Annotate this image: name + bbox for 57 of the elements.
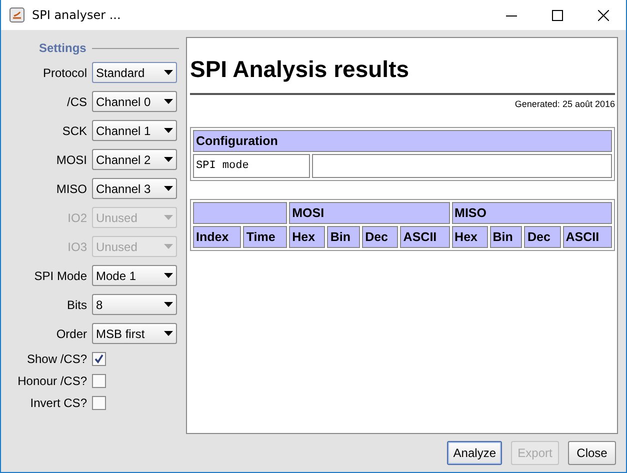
column-header: Hex — [452, 226, 488, 248]
dialog-button[interactable]: Analyze — [447, 441, 502, 465]
checkbox[interactable] — [92, 352, 106, 366]
column-header: Dec — [362, 226, 398, 248]
dropdown-caret-icon — [164, 186, 173, 191]
dropdown-caret-icon — [164, 157, 173, 162]
dropdown-caret-icon — [164, 273, 173, 278]
dropdown-caret-icon — [164, 302, 173, 307]
window-title: SPI analyser ... — [32, 8, 122, 22]
column-header: ASCII — [400, 226, 450, 248]
checkbox-label: Show /CS? — [26, 352, 87, 366]
column-header: Hex — [289, 226, 326, 248]
field-label: MISO — [55, 182, 87, 196]
field-label: Protocol — [42, 66, 87, 80]
dropdown-caret-icon — [164, 244, 173, 249]
dropdown-caret-icon — [164, 70, 173, 75]
column-header: Bin — [327, 226, 360, 248]
field-label: Order — [55, 326, 87, 340]
report-title: SPI Analysis results — [190, 56, 615, 95]
dropdown[interactable]: Standard — [92, 62, 177, 83]
field-label: MOSI — [55, 152, 87, 166]
field-label: SPI Mode — [33, 268, 87, 282]
dropdown[interactable]: Channel 3 — [92, 178, 177, 199]
checkbox[interactable] — [92, 396, 106, 410]
table-header: MOSI — [289, 202, 450, 224]
field-label: IO2 — [66, 210, 87, 224]
settings-heading: Settings — [39, 41, 86, 55]
dropdown-caret-icon — [164, 215, 173, 220]
dropdown-caret-icon — [164, 99, 173, 104]
field-label: SCK — [61, 124, 87, 138]
column-header: Bin — [490, 226, 522, 248]
maximize-icon[interactable] — [552, 10, 562, 20]
field-label: IO3 — [66, 240, 87, 254]
column-header: Time — [243, 226, 288, 248]
dropdown[interactable]: Channel 0 — [92, 91, 177, 112]
dialog-button[interactable]: Close — [568, 441, 616, 465]
dropdown[interactable]: Mode 1 — [92, 265, 177, 286]
field-label: /CS — [66, 94, 87, 108]
table-cell: SPI mode — [193, 154, 310, 178]
dropdown[interactable]: 8 — [92, 294, 177, 315]
column-header: Index — [193, 226, 242, 248]
generated-date: Generated: 25 août 2016 — [514, 99, 615, 109]
column-header: Dec — [524, 226, 561, 248]
checkbox-label: Honour /CS? — [16, 374, 87, 388]
checkbox-label: Invert CS? — [29, 396, 87, 410]
dropdown[interactable]: MSB first — [92, 323, 177, 344]
checkbox[interactable] — [92, 374, 106, 388]
dropdown[interactable]: Channel 1 — [92, 120, 177, 141]
dropdown-caret-icon — [164, 331, 173, 336]
dropdown-caret-icon — [164, 128, 173, 133]
close-icon[interactable] — [598, 10, 608, 20]
table-header: MISO — [452, 202, 612, 224]
field-label: Bits — [66, 298, 87, 312]
dropdown[interactable]: Channel 2 — [92, 149, 177, 170]
table-header: Configuration — [193, 130, 612, 152]
column-header: ASCII — [562, 226, 612, 248]
app-icon — [9, 7, 25, 23]
